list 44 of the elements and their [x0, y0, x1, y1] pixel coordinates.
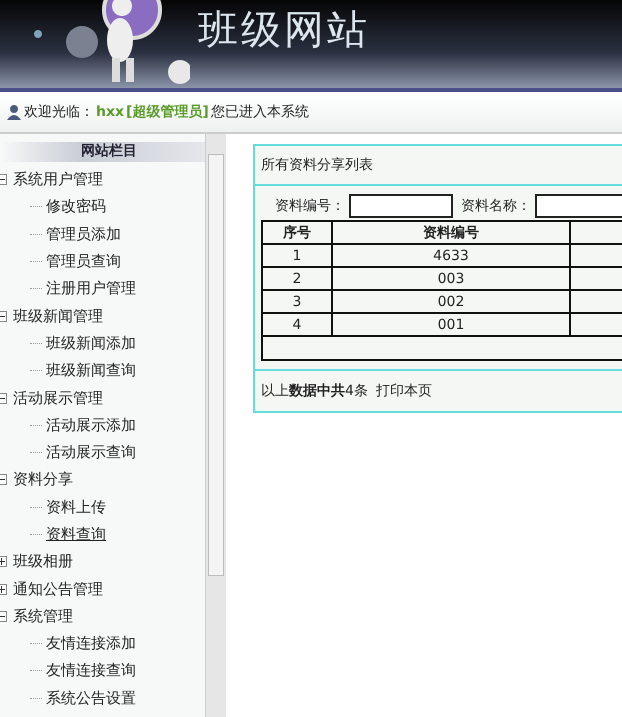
column-header: 资料编号	[332, 221, 570, 244]
search-label: 资料名称：	[461, 197, 531, 215]
table-cell: 002	[332, 290, 570, 313]
welcome-label: 欢迎光临：	[24, 103, 94, 121]
table-cell: 001	[332, 313, 570, 336]
user-name: hxx	[96, 104, 124, 120]
site-title: 班级网站	[198, 6, 370, 54]
table-cell: 4633	[332, 244, 570, 267]
sidebar-group[interactable]: 资料分享	[13, 470, 73, 490]
sidebar-group[interactable]: 班级相册	[13, 552, 73, 572]
column-header: 序号	[262, 221, 332, 244]
panel-title: 所有资料分享列表	[255, 146, 622, 186]
sidebar-item[interactable]: 资料上传	[46, 498, 106, 517]
sidebar-item[interactable]: 友情连接查询	[46, 661, 136, 680]
sidebar-item[interactable]: 友情连接添加	[46, 634, 136, 654]
sidebar-item[interactable]: 注册用户管理	[46, 279, 136, 298]
sidebar-group[interactable]: 班级新闻管理	[13, 306, 103, 326]
sidebar-item[interactable]: 班级新闻添加	[46, 334, 136, 353]
table-cell: 003	[332, 267, 570, 290]
sidebar-item[interactable]: 资料查询	[46, 525, 106, 544]
sidebar-item[interactable]: 修改密码	[46, 197, 106, 216]
search-field[interactable]	[349, 194, 453, 218]
sidebar-item[interactable]: 管理员添加	[46, 224, 121, 244]
sidebar-group[interactable]: 系统管理	[13, 606, 73, 626]
table-cell: 2	[262, 267, 332, 290]
sidebar-group[interactable]: 活动展示管理	[13, 388, 103, 408]
sidebar-item[interactable]: 系统公告设置	[46, 688, 136, 708]
table-cell: 3	[262, 290, 332, 313]
sidebar-item[interactable]: 活动展示查询	[46, 443, 136, 462]
sidebar-item[interactable]: 班级新闻查询	[46, 361, 136, 380]
sidebar-item[interactable]: 活动展示添加	[46, 416, 136, 435]
search-label: 资料编号：	[275, 197, 345, 215]
search-field[interactable]	[535, 194, 622, 218]
record-count: 以上数据中共4条	[261, 382, 368, 400]
user-role: [超级管理员]	[126, 103, 209, 121]
sidebar-group[interactable]: 系统用户管理	[13, 170, 103, 190]
sidebar-item[interactable]: 管理员查询	[46, 252, 121, 272]
welcome-message: 您已进入本系统	[210, 103, 309, 121]
user-icon	[6, 104, 22, 120]
table-cell: 1	[262, 244, 332, 267]
table-cell: 4	[262, 313, 332, 336]
print-link[interactable]: 打印本页	[376, 382, 432, 400]
scrollbar[interactable]	[205, 134, 226, 717]
sidebar-group[interactable]: 通知公告管理	[13, 580, 103, 599]
